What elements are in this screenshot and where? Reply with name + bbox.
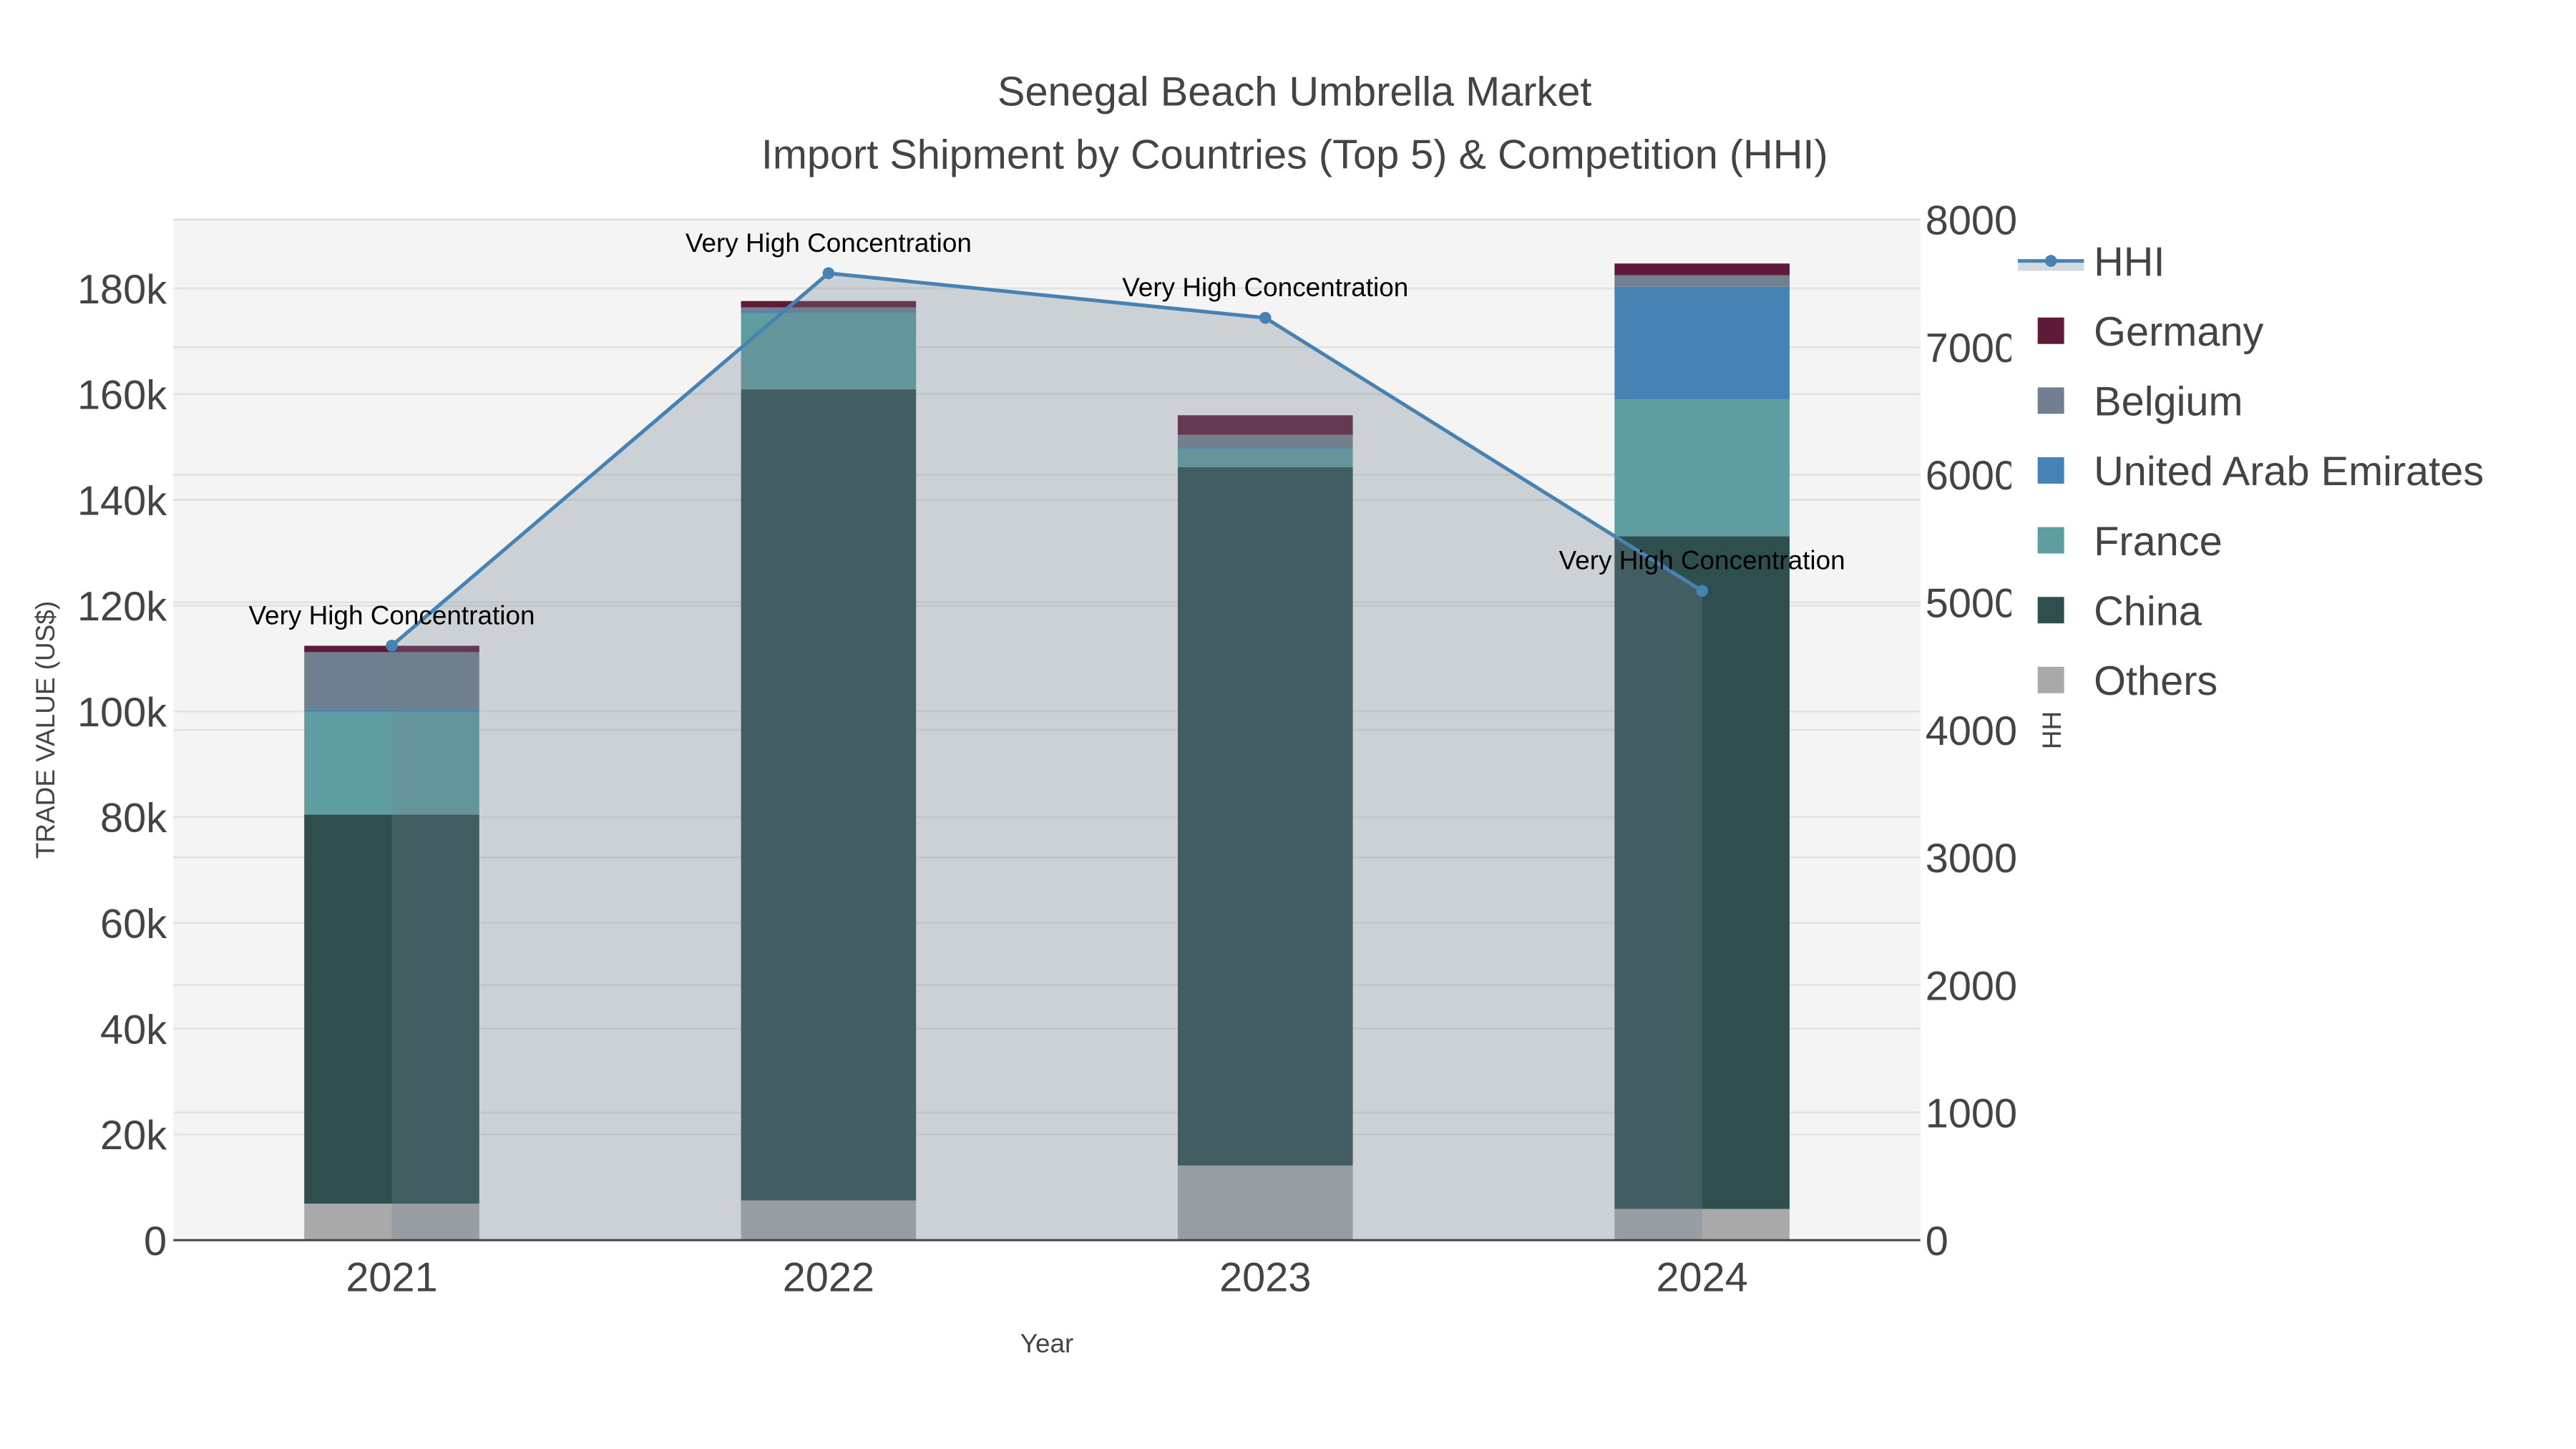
legend-swatch — [2037, 457, 2064, 484]
y-tick-label: 180k — [77, 267, 167, 313]
y-tick-label: 80k — [100, 796, 167, 841]
y-tick-label: 100k — [77, 690, 167, 736]
y2-tick-label: 2000 — [1926, 963, 2017, 1009]
hhi-point-2021[interactable] — [386, 640, 398, 652]
y2-tick-label: 0 — [1926, 1219, 1948, 1264]
chart-subtitle: Import Shipment by Countries (Top 5) & C… — [761, 132, 1828, 177]
y2-tick-label: 7000 — [1926, 326, 2017, 371]
legend-item-label[interactable]: Others — [2094, 658, 2218, 704]
y-axis-title: TRADE VALUE (US$) — [31, 601, 60, 859]
y2-axis-title: HHI — [2037, 704, 2067, 750]
y-tick-label: 20k — [100, 1113, 167, 1158]
legend-swatch — [2037, 666, 2064, 693]
bar-united-arab-emirates-2024[interactable] — [1614, 286, 1790, 400]
hhi-point-2023[interactable] — [1259, 311, 1272, 324]
chart-title: Senegal Beach Umbrella Market — [997, 69, 1591, 115]
hhi-annotation: Very High Concentration — [686, 228, 972, 258]
legend-item-label[interactable]: Germany — [2094, 309, 2263, 355]
legend-swatch — [2037, 527, 2064, 554]
legend-swatch — [2037, 317, 2064, 344]
legend-swatch — [2037, 387, 2064, 414]
chart: Very High Concentration Very High Concent… — [31, 69, 2576, 1358]
y-tick-label: 60k — [100, 901, 167, 947]
y2-tick-label: 6000 — [1926, 453, 2017, 499]
hhi-point-2022[interactable] — [822, 267, 835, 280]
x-tick-label: 2022 — [783, 1255, 874, 1301]
x-axis-title: Year — [1020, 1329, 1074, 1358]
y-tick-label: 40k — [100, 1007, 167, 1053]
bar-germany-2024[interactable] — [1614, 263, 1790, 275]
legend-item-label[interactable]: HHI — [2094, 239, 2165, 285]
y-tick-label: 160k — [77, 373, 167, 419]
hhi-annotation: Very High Concentration — [1122, 273, 1408, 302]
y-tick-label: 0 — [144, 1219, 167, 1264]
y2-tick-label: 8000 — [1926, 198, 2017, 244]
legend-item-label[interactable]: China — [2094, 588, 2202, 634]
legend-swatch — [2037, 597, 2064, 624]
legend-hhi-marker — [2044, 255, 2057, 267]
legend-item-label[interactable]: Belgium — [2094, 379, 2243, 425]
hhi-annotation: Very High Concentration — [248, 600, 535, 630]
y-tick-label: 140k — [77, 478, 167, 524]
x-tick-label: 2024 — [1656, 1255, 1747, 1301]
y-tick-label: 120k — [77, 584, 167, 630]
y2-tick-label: 3000 — [1926, 836, 2017, 882]
legend-item-label[interactable]: United Arab Emirates — [2094, 449, 2484, 494]
x-tick-label: 2023 — [1219, 1255, 1311, 1301]
legend: HHI Germany Belgium United Arab Emirates Fra… — [2011, 231, 2576, 711]
y2-tick-label: 5000 — [1926, 581, 2017, 627]
hhi-annotation: Very High Concentration — [1559, 546, 1845, 575]
x-tick-label: 2021 — [346, 1255, 437, 1301]
y2-tick-label: 1000 — [1926, 1091, 2017, 1137]
legend-item-label[interactable]: France — [2094, 519, 2223, 565]
y2-tick-label: 4000 — [1926, 708, 2017, 754]
hhi-point-2024[interactable] — [1696, 585, 1708, 597]
bar-france-2024[interactable] — [1614, 399, 1790, 537]
bar-belgium-2024[interactable] — [1614, 275, 1790, 287]
